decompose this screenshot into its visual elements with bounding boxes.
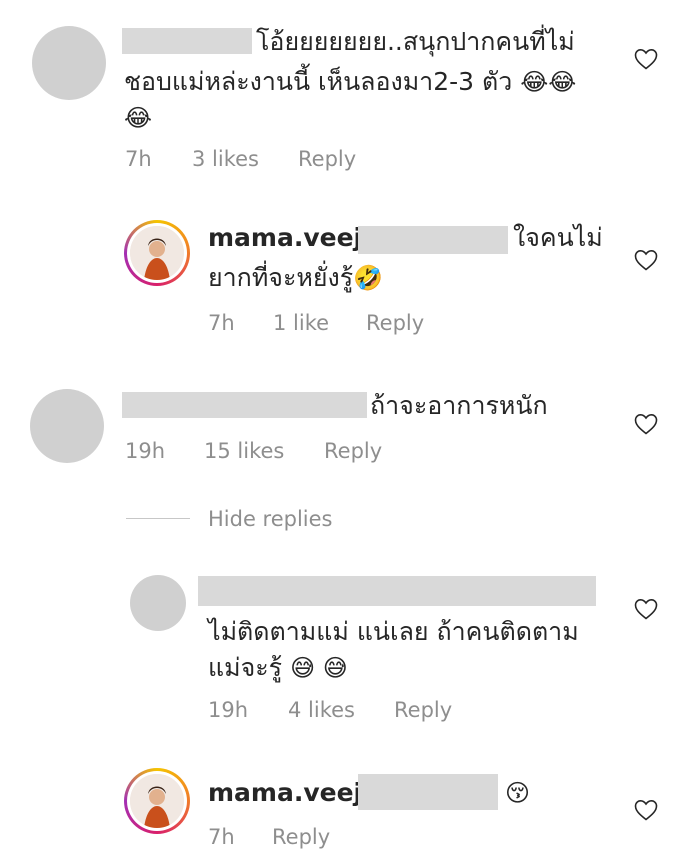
username[interactable]: mama.veeji	[208, 773, 371, 813]
comment-likes-count[interactable]: 3 likes	[192, 146, 259, 172]
reply-button[interactable]: Reply	[324, 438, 382, 464]
comment-text: ถ้าจะอาการหนัก	[370, 391, 548, 420]
reply-button[interactable]: Reply	[394, 697, 452, 723]
redacted-mention	[358, 774, 498, 810]
comment-text-line: แม่จะรู้	[208, 653, 283, 682]
comment-text-line: ชอบแม่หล่ะงานนี้ เห็นลองมา2-3 ตัว	[124, 67, 513, 96]
redacted-username	[198, 576, 596, 606]
laughing-emoji: 😂	[124, 104, 153, 132]
hide-replies-button[interactable]: Hide replies	[208, 506, 333, 532]
comment-text: ใจคนไม่	[513, 223, 603, 252]
reply-button[interactable]: Reply	[366, 310, 424, 336]
comment-text: 😚	[505, 773, 530, 813]
comment-likes-count[interactable]: 1 like	[273, 310, 329, 336]
comment-time: 7h	[208, 825, 235, 849]
comment-text: ชอบแม่หล่ะงานนี้ เห็นลองมา2-3 ตัว 😂😂	[124, 62, 576, 102]
heart-outline-icon[interactable]	[634, 799, 658, 821]
heart-outline-icon[interactable]	[634, 413, 658, 435]
comment-likes-count[interactable]: 15 likes	[204, 438, 284, 464]
username[interactable]: mama.veeji	[208, 218, 371, 258]
comment-text-line: ยากที่จะหยั่งรู้	[208, 263, 354, 292]
commenter-avatar[interactable]	[30, 389, 104, 463]
rolling-laughing-emoji: 🤣	[353, 264, 384, 292]
redacted-mention	[358, 226, 508, 254]
comment-text: ไม่ติดตามแม่ แน่เลย ถ้าคนติดตาม	[208, 617, 579, 646]
comment-text: ยากที่จะหยั่งรู้🤣	[208, 258, 383, 298]
redacted-username	[122, 392, 367, 418]
user-avatar[interactable]	[124, 768, 190, 834]
kissing-emoji: 😚	[505, 779, 531, 807]
grinning-sweat-emoji: 😅 😅	[290, 654, 348, 682]
redacted-username	[122, 28, 252, 54]
comment-likes-count[interactable]: 4 likes	[288, 697, 355, 723]
user-avatar[interactable]	[124, 220, 190, 286]
reply-button[interactable]: Reply	[272, 824, 330, 850]
replies-divider	[126, 518, 190, 519]
comment-time: 19h	[125, 439, 166, 463]
comment-time: 7h	[208, 311, 235, 335]
comment-time: 19h	[208, 698, 249, 722]
comment-text: 😂	[124, 98, 152, 138]
laughing-emoji: 😂😂	[520, 68, 577, 96]
reply-button[interactable]: Reply	[298, 146, 356, 172]
comment-time: 7h	[125, 147, 152, 171]
commenter-avatar[interactable]	[32, 26, 106, 100]
comment-text: โอ้ยยยยยยย..สนุกปากคนที่ไม่	[256, 27, 575, 56]
heart-outline-icon[interactable]	[634, 48, 658, 70]
heart-outline-icon[interactable]	[634, 249, 658, 271]
comment-text: แม่จะรู้ 😅 😅	[208, 648, 348, 688]
heart-outline-icon[interactable]	[634, 598, 658, 620]
commenter-avatar[interactable]	[130, 575, 186, 631]
